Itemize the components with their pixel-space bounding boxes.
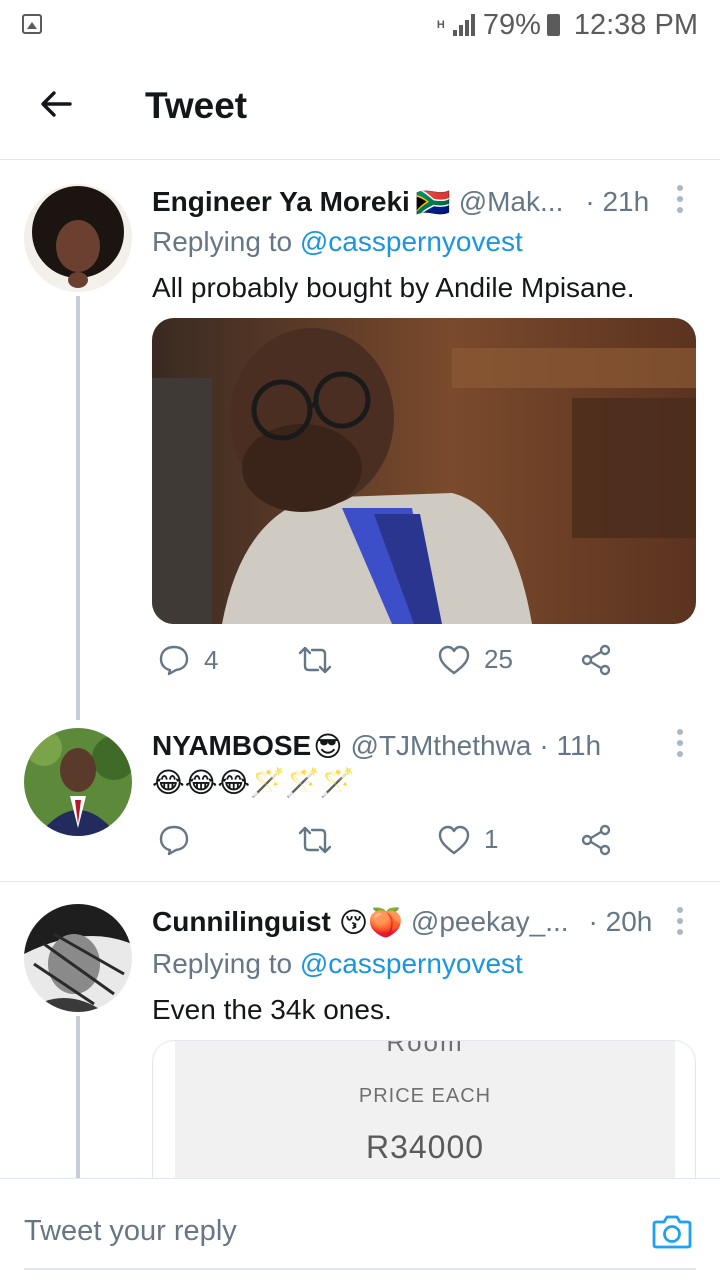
retweet-button[interactable]: [298, 824, 346, 856]
handle: @peekay_...: [410, 906, 569, 937]
tweet-media-photo[interactable]: [152, 318, 696, 624]
reply-icon: [159, 825, 189, 856]
replying-to: Replying to @casspernyovest: [152, 948, 523, 980]
card-label: PRICE EACH: [358, 1085, 492, 1107]
more-vertical-icon[interactable]: [676, 906, 684, 936]
timestamp[interactable]: · 11h: [539, 730, 601, 762]
name-emoji: 😎: [313, 730, 343, 762]
network-type: H: [436, 18, 445, 31]
reply-input[interactable]: Tweet your reply: [24, 1215, 237, 1248]
tweet-actions: 1: [152, 824, 632, 864]
tweet-header: Cunnilinguist 😚🍑 @peekay_... · 20h: [152, 904, 700, 940]
battery-percent: 79%: [482, 8, 541, 41]
share-button[interactable]: [580, 644, 612, 676]
tweet-header: NYAMBOSE 😎 @TJMthethwa · 11h: [152, 728, 700, 764]
tweet-text: All probably bought by Andile Mpisane.: [152, 272, 635, 303]
retweet-icon: [298, 826, 332, 854]
like-count: 1: [484, 824, 499, 854]
tweet-header: Engineer Ya Moreki 🇿🇦 @Mak... · 21h: [152, 184, 700, 220]
price-card-image: Room PRICE EACH R34000: [175, 1040, 675, 1199]
gallery-notification-icon: [22, 14, 42, 34]
reply-to-link[interactable]: @casspernyovest: [300, 226, 523, 257]
page-title: Tweet: [145, 85, 248, 126]
display-name[interactable]: Cunnilinguist: [152, 906, 331, 938]
share-icon: [581, 644, 611, 676]
avatar[interactable]: [24, 184, 132, 292]
clock: 12:38 PM: [573, 8, 698, 41]
avatar[interactable]: [24, 728, 132, 836]
tweet-media-photo[interactable]: Room PRICE EACH R34000: [152, 1040, 696, 1200]
reply-icon: [159, 645, 189, 676]
reply-input-underline: [24, 1268, 696, 1270]
signal-icon: [452, 14, 477, 36]
display-name[interactable]: Engineer Ya Moreki: [152, 186, 410, 218]
handle: @TJMthethwa: [350, 730, 532, 761]
reply-count: 4: [204, 644, 219, 675]
replying-to: Replying to @casspernyovest: [152, 226, 523, 258]
like-icon: [438, 825, 470, 854]
name-emoji: 😚🍑: [338, 906, 403, 938]
avatar[interactable]: [24, 904, 132, 1012]
timestamp[interactable]: · 20h: [589, 906, 653, 938]
top-app-bar: Tweet: [0, 52, 720, 160]
like-icon: [438, 645, 470, 674]
camera-icon[interactable]: [650, 1209, 694, 1253]
handle: @Mak...: [458, 186, 564, 217]
replying-to-label: Replying to: [152, 226, 300, 257]
reply-compose-bar: Tweet your reply: [0, 1178, 720, 1280]
display-name[interactable]: NYAMBOSE: [152, 730, 311, 762]
more-vertical-icon[interactable]: [676, 184, 684, 214]
reply-button[interactable]: 4: [158, 644, 218, 676]
battery-icon: [546, 14, 560, 36]
share-icon: [581, 824, 611, 856]
card-cut-text: Room: [386, 1040, 464, 1057]
thread-line: [76, 296, 80, 720]
status-indicators: H 79% 12:38 PM: [435, 8, 698, 42]
reply-to-link[interactable]: @casspernyovest: [300, 948, 523, 979]
retweet-icon: [298, 646, 332, 674]
timestamp[interactable]: · 21h: [585, 186, 649, 218]
tweet-nyambose[interactable]: NYAMBOSE 😎 @TJMthethwa · 11h 😂😂😂🪄🪄🪄 1: [0, 720, 720, 880]
more-vertical-icon[interactable]: [676, 728, 684, 758]
like-button[interactable]: 25: [438, 644, 513, 675]
tweet-actions: 4 25: [152, 644, 632, 684]
flag-emoji: 🇿🇦: [415, 186, 451, 218]
reply-button[interactable]: [158, 824, 204, 856]
status-bar: H 79% 12:38 PM: [0, 0, 720, 52]
replying-to-label: Replying to: [152, 948, 300, 979]
tweet-text: 😂😂😂🪄🪄🪄: [152, 767, 355, 798]
thread-line: [76, 1016, 80, 1178]
like-button[interactable]: 1: [438, 824, 498, 855]
retweet-button[interactable]: [298, 644, 346, 676]
back-arrow-icon[interactable]: [34, 82, 78, 126]
card-price: R34000: [365, 1129, 485, 1165]
like-count: 25: [484, 644, 513, 674]
share-button[interactable]: [580, 824, 612, 856]
tweet-text: Even the 34k ones.: [152, 994, 392, 1025]
